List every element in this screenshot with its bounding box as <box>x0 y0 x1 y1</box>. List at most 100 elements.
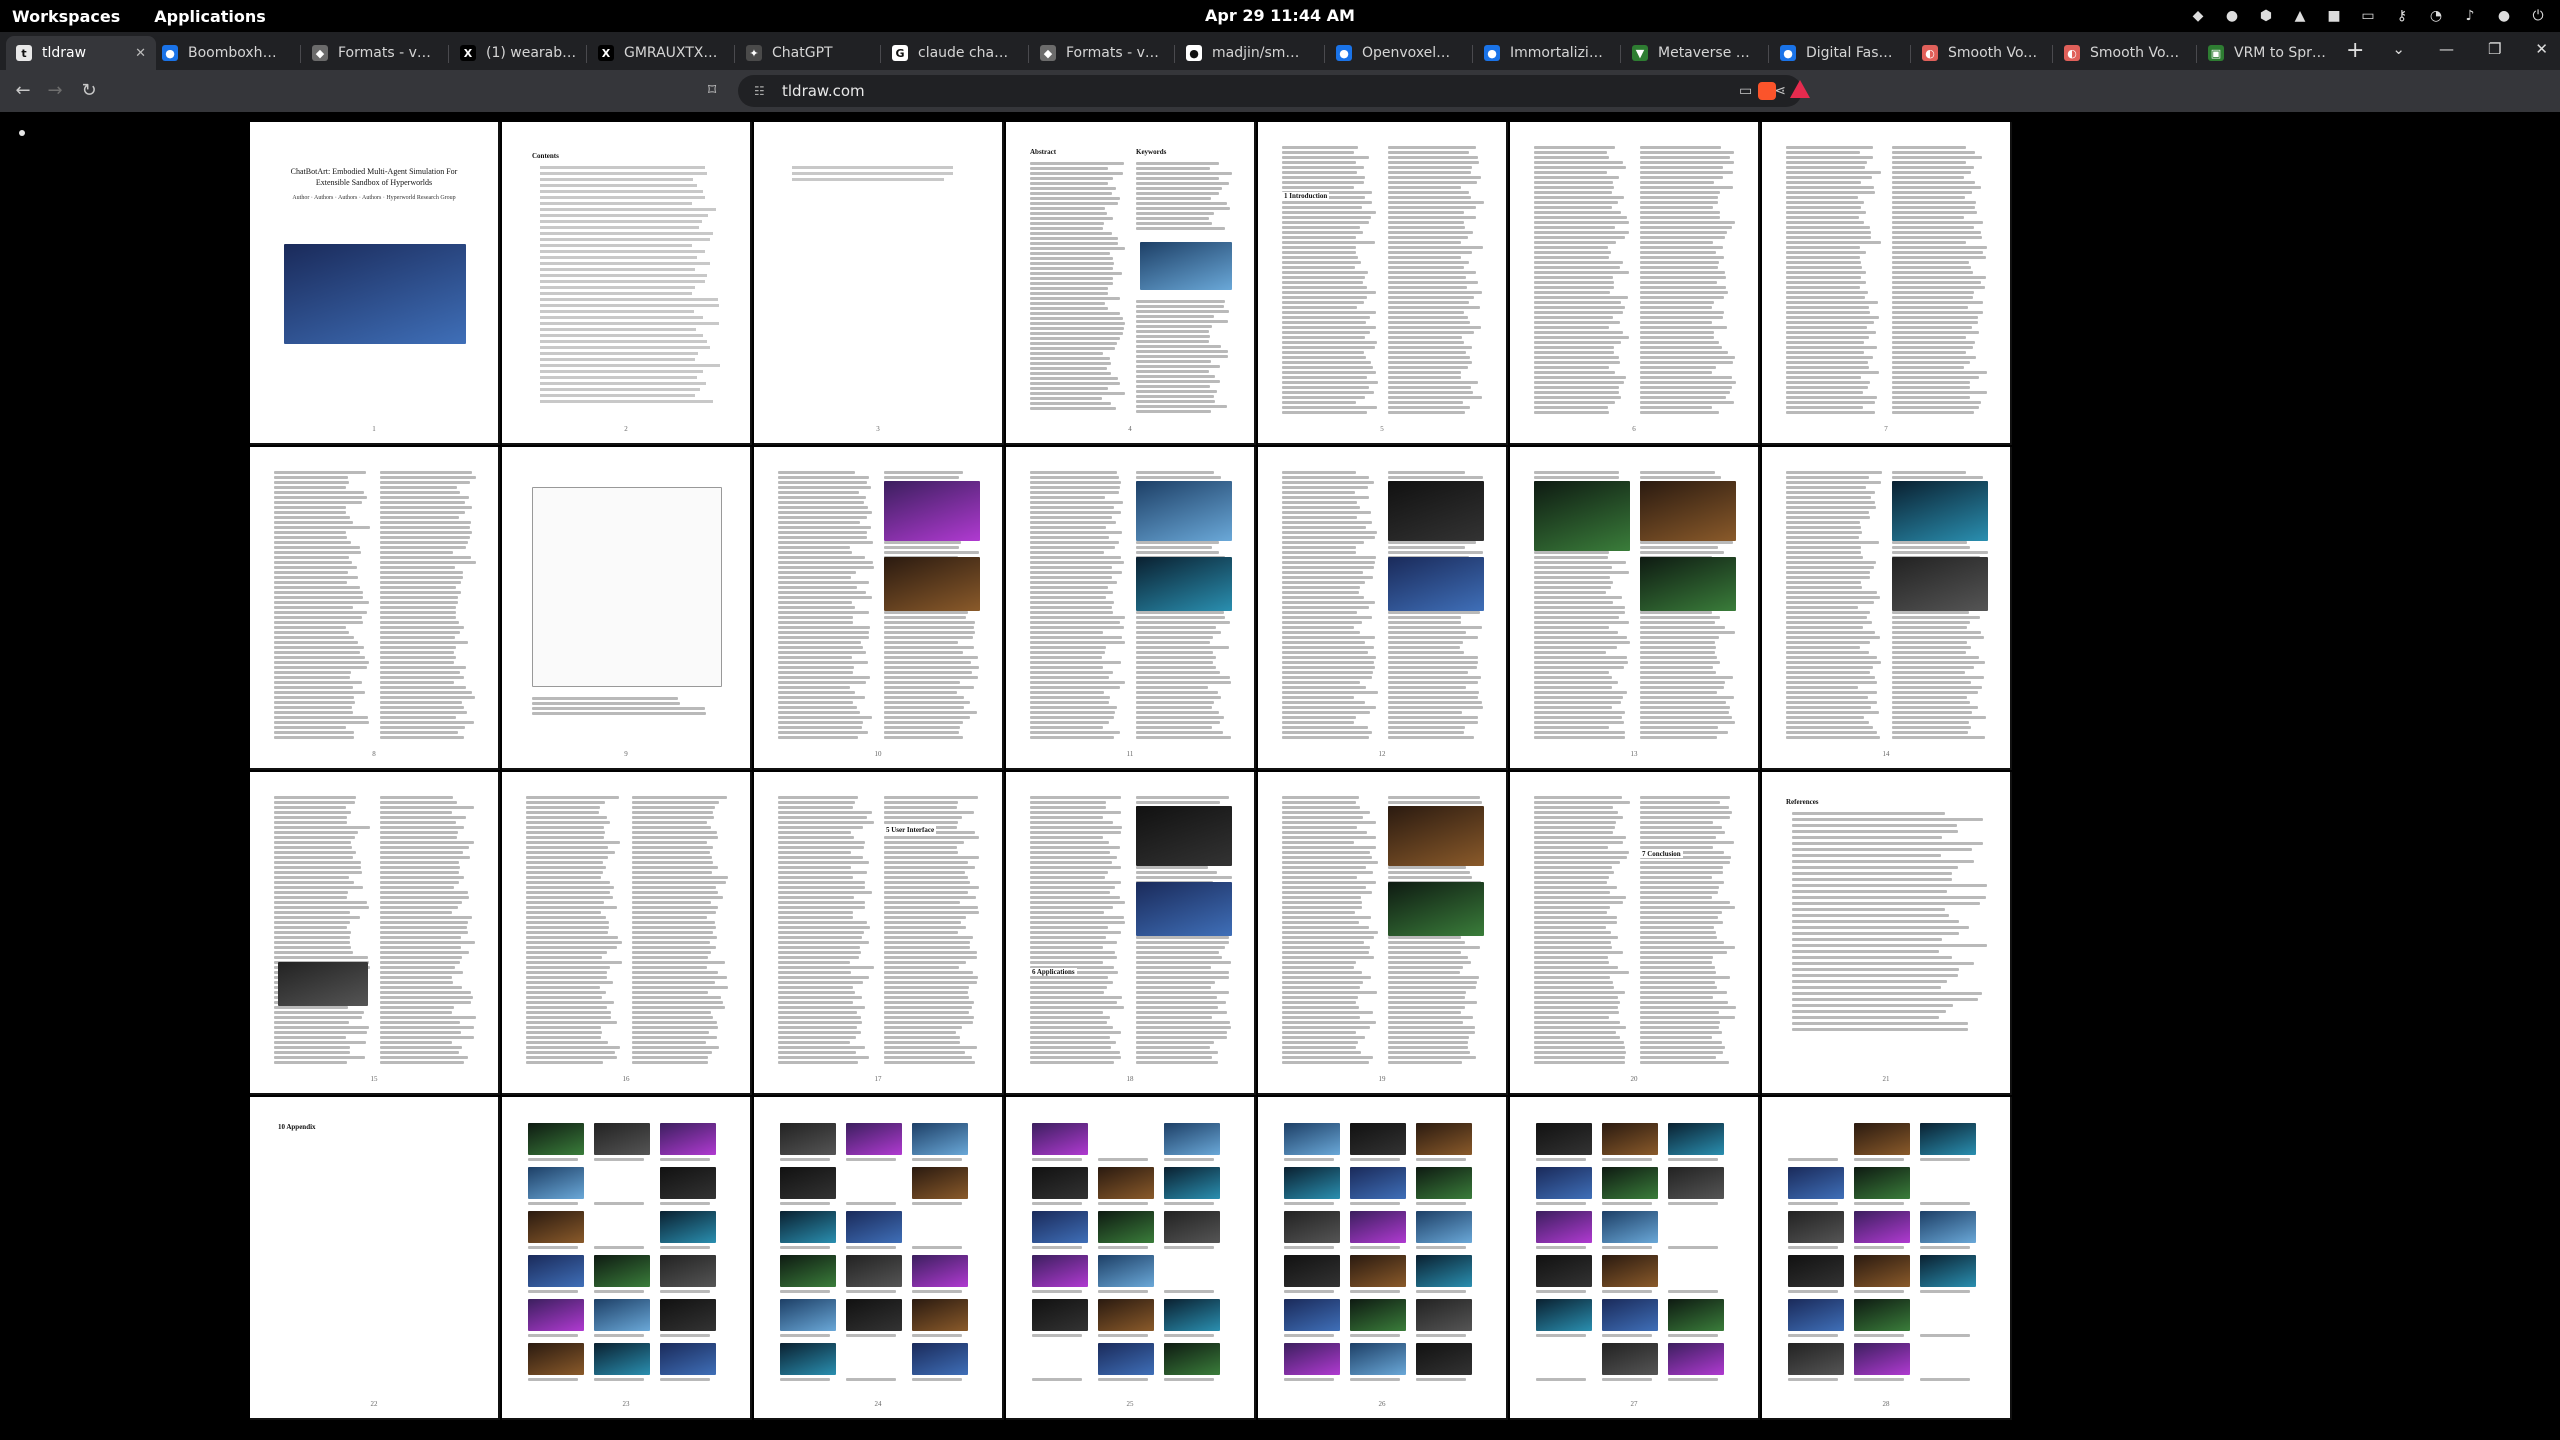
text-line <box>1640 831 1725 834</box>
text-line <box>884 991 969 994</box>
text-line <box>526 1036 601 1039</box>
text-line <box>526 871 603 874</box>
discord-icon[interactable]: ◆ <box>2190 8 2206 24</box>
workspaces-menu[interactable]: Workspaces <box>12 7 120 26</box>
text-line <box>1136 212 1215 215</box>
text-line <box>1640 1061 1730 1064</box>
reload-icon[interactable]: ↻ <box>78 80 100 102</box>
text-line <box>884 1016 975 1019</box>
text-line <box>1786 606 1859 609</box>
tab-search-icon[interactable]: ⌄ <box>2392 40 2405 58</box>
text-line <box>884 616 966 619</box>
key-icon[interactable]: ⚷ <box>2394 8 2410 24</box>
browser-tab[interactable]: ●Immortalizing W <box>1474 36 1614 70</box>
browser-tab[interactable]: t tldraw ✕ <box>6 36 156 70</box>
text-line <box>1282 641 1366 644</box>
appendix-heading: 10 Appendix <box>278 1123 316 1131</box>
text-line <box>1640 611 1713 614</box>
figure-image <box>1602 1167 1658 1199</box>
text-line <box>1640 1036 1713 1039</box>
text-line <box>1534 556 1608 559</box>
document-page: 12 <box>1258 447 1508 770</box>
toc-entry <box>540 358 696 361</box>
text-line <box>380 576 463 579</box>
text-line <box>1786 496 1872 499</box>
gamepad-icon[interactable]: ■ <box>2326 8 2342 24</box>
text-line <box>274 611 368 614</box>
text-line <box>1786 341 1865 344</box>
address-bar[interactable]: ☷ tldraw.com ▭ ⋖ <box>738 75 1802 107</box>
volume-icon[interactable]: ♪ <box>2462 8 2478 24</box>
shield-icon[interactable]: ⬢ <box>2258 8 2274 24</box>
browser-tab[interactable]: ◆Formats - vengi <box>1030 36 1170 70</box>
wifi-icon[interactable]: ◔ <box>2428 8 2444 24</box>
install-app-icon[interactable]: ▭ <box>1739 83 1752 99</box>
text-line <box>1030 846 1121 849</box>
text-line <box>778 961 851 964</box>
text-line <box>884 921 961 924</box>
browser-tab[interactable]: ▣VRM to Spritesh <box>2198 36 2338 70</box>
site-info-icon[interactable]: ☷ <box>754 84 768 98</box>
back-arrow-icon[interactable]: ← <box>12 80 34 102</box>
text-line <box>1282 376 1368 379</box>
page-number: 9 <box>624 750 628 758</box>
toc-entry <box>540 166 705 169</box>
text-line <box>274 1036 347 1039</box>
figure-image <box>846 1299 902 1331</box>
applications-menu[interactable]: Applications <box>154 7 266 26</box>
power-icon[interactable]: ⏻ <box>2530 8 2546 24</box>
browser-tab[interactable]: Gclaude chatgpt <box>882 36 1022 70</box>
browser-tab[interactable]: ✦ ChatGPT <box>736 36 876 70</box>
toc-entry <box>540 334 703 337</box>
brave-rewards-icon[interactable] <box>1790 80 1810 98</box>
new-tab-button[interactable]: + <box>2346 40 2364 62</box>
figure-image <box>1534 481 1630 551</box>
text-line <box>1282 276 1365 279</box>
browser-tab[interactable]: ●Openvoxels.eth <box>1326 36 1466 70</box>
text-line <box>1282 476 1370 479</box>
text-line <box>632 801 720 804</box>
browser-tab[interactable]: ◐ Smooth Voxels <box>1912 36 2052 70</box>
maximize-icon[interactable]: ❐ <box>2488 40 2501 58</box>
toc-entry <box>540 364 720 367</box>
browser-tab[interactable]: ●Digital Fashion W <box>1770 36 1910 70</box>
bookmark-icon[interactable]: ⌑ <box>708 80 716 99</box>
microphone-icon[interactable]: ● <box>2496 8 2512 24</box>
tab-close-icon[interactable]: ✕ <box>135 46 146 61</box>
text-line <box>380 476 476 479</box>
forward-arrow-icon[interactable]: → <box>44 80 66 102</box>
display-icon[interactable]: ▭ <box>2360 8 2376 24</box>
browser-tab[interactable]: ▼Metaverse Stand <box>1622 36 1762 70</box>
browser-tab[interactable]: ●madjin/smooth- <box>1176 36 1316 70</box>
clock[interactable]: Apr 29 11:44 AM <box>0 0 2560 32</box>
close-window-icon[interactable]: ✕ <box>2535 40 2548 58</box>
text-line <box>1534 306 1625 309</box>
toc-entry <box>540 202 693 205</box>
browser-tab[interactable]: X(1) wearables fro <box>450 36 590 70</box>
text-line <box>884 946 971 949</box>
text-line <box>1282 886 1367 889</box>
browser-tab[interactable]: ◆Formats - vengi <box>302 36 442 70</box>
text-line <box>274 881 355 884</box>
caption-line <box>1788 1246 1838 1249</box>
text-line <box>274 691 366 694</box>
tldraw-canvas[interactable]: 1 ChatBotArt: Embodied Multi-Agent Simula… <box>0 112 2560 1440</box>
text-line <box>778 616 854 619</box>
text-line <box>1534 801 1630 804</box>
network-icon[interactable]: ▲ <box>2292 8 2308 24</box>
browser-tab[interactable]: ◐Smooth Voxel Pl <box>2054 36 2194 70</box>
text-line <box>1640 651 1715 654</box>
share-icon[interactable]: ⋖ <box>1774 83 1786 99</box>
paper-authors: Author · Authors · Authors · Authors · H… <box>292 195 456 201</box>
browser-tab[interactable]: XGMRAUXTXwAAdi <box>588 36 728 70</box>
url-text[interactable]: tldraw.com <box>782 82 865 100</box>
text-line <box>1534 271 1630 274</box>
text-line <box>1640 311 1724 314</box>
browser-tab[interactable]: ●Boomboxheads V <box>152 36 292 70</box>
text-line <box>884 806 957 809</box>
app-indicator-icon[interactable]: ● <box>2224 8 2240 24</box>
text-line <box>1282 846 1377 849</box>
minimize-icon[interactable]: — <box>2439 40 2454 58</box>
text-line <box>1030 227 1104 230</box>
brave-shields-icon[interactable] <box>1758 82 1776 100</box>
